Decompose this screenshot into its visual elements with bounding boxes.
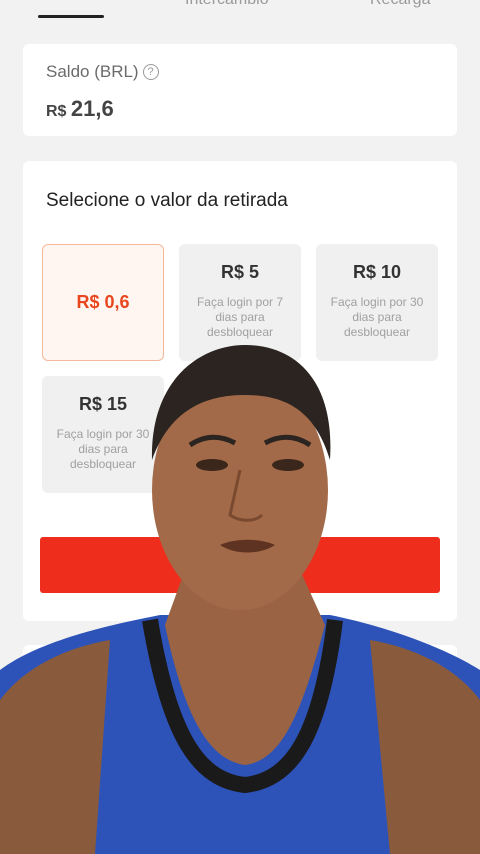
balance-amount: 21,6 — [70, 96, 114, 121]
tab-recarga[interactable]: Recarga — [370, 0, 430, 9]
balance-currency: R$ — [46, 103, 67, 120]
option-note: Faça login por 30 dias para desbloquear — [330, 295, 424, 339]
person-eye-right — [272, 459, 304, 471]
balance-label-row: Saldo (BRL) ? — [46, 62, 159, 82]
tab-bar: Intercâmbio Recarga — [0, 0, 480, 30]
active-tab-indicator — [38, 15, 104, 18]
option-amount: R$ 0,6 — [76, 292, 130, 312]
option-note: Faça login por 7 dias para desbloquear — [196, 295, 284, 339]
help-icon[interactable]: ? — [142, 64, 159, 80]
withdraw-title: Selecione o valor da retirada — [46, 190, 288, 211]
tab-intercambio[interactable]: Intercâmbio — [185, 0, 269, 9]
person-overlay — [0, 345, 480, 854]
option-amount: R$ 5 — [220, 262, 260, 282]
balance-label: Saldo (BRL) — [46, 62, 139, 81]
option-amount: R$ 10 — [352, 262, 402, 282]
balance-value: R$ 21,6 — [46, 96, 114, 122]
person-eye-left — [196, 459, 228, 471]
balance-card: Saldo (BRL) ? R$ 21,6 — [23, 44, 457, 136]
